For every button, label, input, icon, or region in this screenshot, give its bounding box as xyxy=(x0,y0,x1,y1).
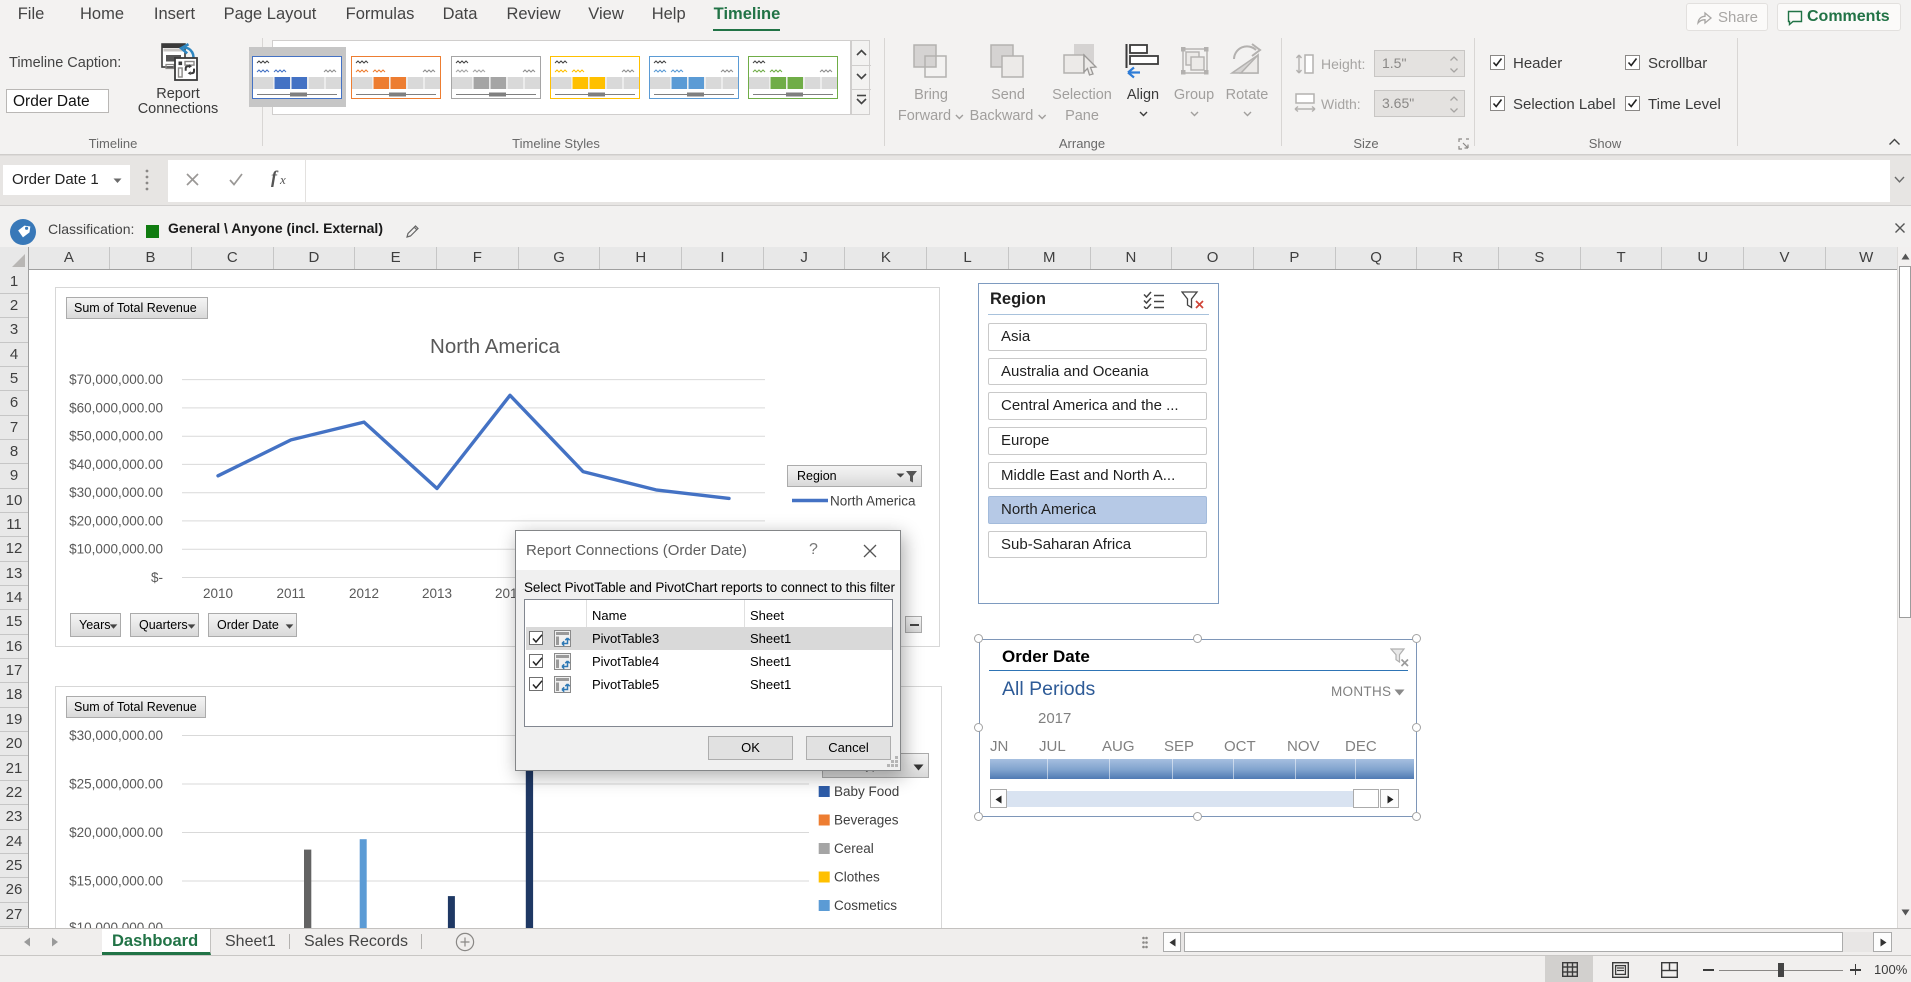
svg-text:2012: 2012 xyxy=(349,586,379,601)
svg-text:Clothes: Clothes xyxy=(834,870,880,885)
svg-text:North America: North America xyxy=(430,335,560,358)
svg-text:$50,000,000.00: $50,000,000.00 xyxy=(69,429,163,444)
svg-text:Baby Food: Baby Food xyxy=(834,784,899,799)
svg-text:2013: 2013 xyxy=(422,586,452,601)
svg-text:$10,000,000.00: $10,000,000.00 xyxy=(69,920,163,928)
svg-text:$15,000,000.00: $15,000,000.00 xyxy=(69,874,163,889)
svg-text:$10,000,000.00: $10,000,000.00 xyxy=(69,542,163,557)
svg-text:Beverages: Beverages xyxy=(834,813,899,828)
svg-text:North America: North America xyxy=(830,494,916,509)
svg-text:$20,000,000.00: $20,000,000.00 xyxy=(69,825,163,840)
svg-text:2010: 2010 xyxy=(203,586,233,601)
svg-text:$-: $- xyxy=(151,570,163,585)
svg-text:$30,000,000.00: $30,000,000.00 xyxy=(69,485,163,500)
svg-text:$30,000,000.00: $30,000,000.00 xyxy=(69,728,163,743)
svg-text:$70,000,000.00: $70,000,000.00 xyxy=(69,372,163,387)
svg-text:Cereal: Cereal xyxy=(834,841,874,856)
svg-text:2011: 2011 xyxy=(276,586,305,601)
svg-text:$20,000,000.00: $20,000,000.00 xyxy=(69,513,163,528)
svg-text:$40,000,000.00: $40,000,000.00 xyxy=(69,457,163,472)
svg-text:$25,000,000.00: $25,000,000.00 xyxy=(69,777,163,792)
svg-text:$60,000,000.00: $60,000,000.00 xyxy=(69,400,163,415)
svg-text:Cosmetics: Cosmetics xyxy=(834,898,897,913)
